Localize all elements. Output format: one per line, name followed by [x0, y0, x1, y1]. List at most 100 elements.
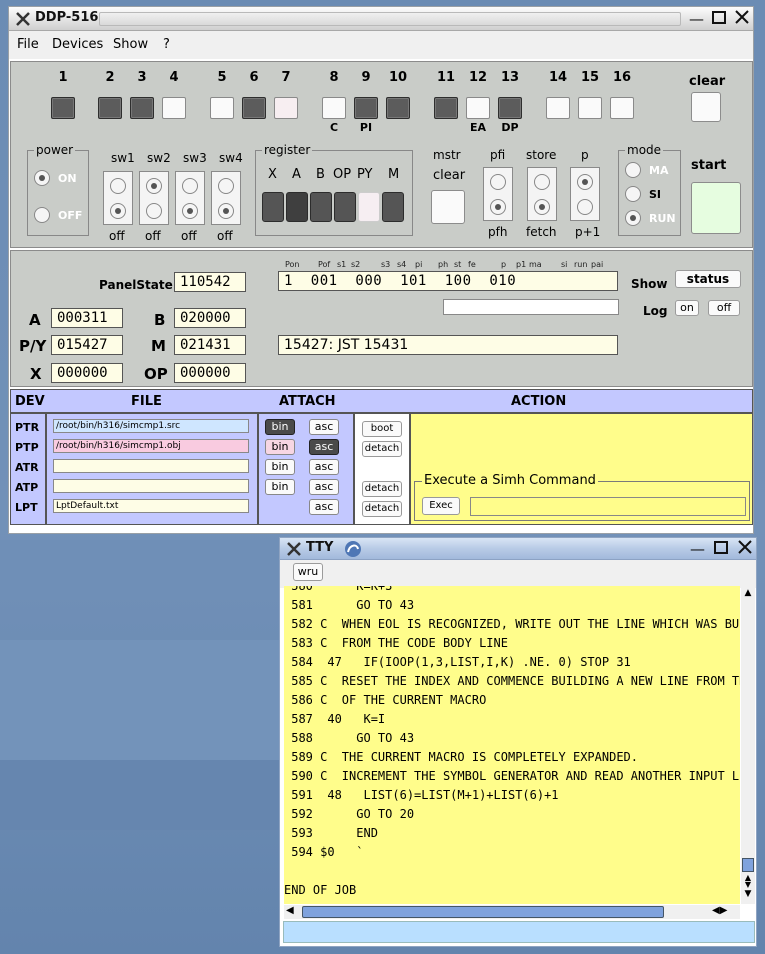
horizontal-scroll-thumb[interactable] [302, 906, 664, 918]
bit-1-button[interactable] [51, 97, 75, 119]
tty-vertical-scrollbar[interactable]: ▲ ▲ ▼ ▼ [741, 588, 755, 904]
bit-label-dp: DP [501, 121, 519, 134]
register-b-button[interactable] [310, 192, 332, 222]
ptr-asc-button[interactable]: asc [309, 419, 339, 435]
pfi-switch[interactable] [483, 167, 513, 221]
mode-si-radio[interactable] [625, 186, 641, 202]
ptp-detach-button[interactable]: detach [362, 441, 402, 457]
register-py-button[interactable] [358, 192, 380, 222]
atp-asc-button[interactable]: asc [309, 479, 339, 495]
clear-button[interactable] [691, 92, 721, 122]
exec-button[interactable]: Exec [422, 497, 460, 515]
atp-file-input[interactable] [53, 479, 249, 493]
sw4-switch[interactable] [211, 171, 241, 225]
bit-14-button[interactable] [546, 97, 570, 119]
bit-11-button[interactable] [434, 97, 458, 119]
tty-titlebar[interactable]: TTY — [280, 538, 756, 560]
ptr-file-input[interactable]: /root/bin/h316/simcmp1.src [53, 419, 249, 433]
bit-16-button[interactable] [610, 97, 634, 119]
sw1-off-radio[interactable] [110, 203, 126, 219]
close-button[interactable] [732, 10, 751, 28]
simh-command-input[interactable] [470, 497, 746, 516]
p1-radio[interactable] [577, 199, 593, 215]
atr-asc-button[interactable]: asc [309, 459, 339, 475]
sw2-switch[interactable] [139, 171, 169, 225]
minimize-button[interactable]: — [687, 10, 706, 28]
atr-bin-button[interactable]: bin [265, 459, 295, 475]
log-off-button[interactable]: off [708, 300, 740, 316]
store-switch[interactable] [527, 167, 557, 221]
power-off-radio[interactable] [34, 207, 50, 223]
ptr-boot-button[interactable]: boot [362, 421, 402, 437]
bit-7-button[interactable] [274, 97, 298, 119]
maximize-button[interactable] [709, 10, 728, 28]
sw2-on-radio[interactable] [146, 178, 162, 194]
register-op-button[interactable] [334, 192, 356, 222]
pfh-radio[interactable] [490, 199, 506, 215]
sw1-on-radio[interactable] [110, 178, 126, 194]
bit-12-button[interactable] [466, 97, 490, 119]
menu-file[interactable]: File [17, 37, 39, 52]
tty-input[interactable] [283, 921, 755, 943]
menu-show[interactable]: Show [113, 37, 148, 52]
register-x-button[interactable] [262, 192, 284, 222]
log-on-button[interactable]: on [675, 300, 699, 316]
master-clear-button[interactable] [431, 190, 465, 224]
fetch-radio[interactable] [534, 199, 550, 215]
sw1-switch[interactable] [103, 171, 133, 225]
pfi-radio[interactable] [490, 174, 506, 190]
bit-3-button[interactable] [130, 97, 154, 119]
lpt-file-input[interactable]: LptDefault.txt [53, 499, 249, 513]
bit-8-button[interactable] [322, 97, 346, 119]
tty-maximize-button[interactable] [711, 540, 730, 558]
bit-2-button[interactable] [98, 97, 122, 119]
titlebar[interactable]: DDP-516 — [9, 7, 753, 31]
bit-5-button[interactable] [210, 97, 234, 119]
bit-4-button[interactable] [162, 97, 186, 119]
store-radio[interactable] [534, 174, 550, 190]
scroll-up-icon[interactable]: ▲ [742, 588, 754, 602]
atr-file-input[interactable] [53, 459, 249, 473]
atp-detach-button[interactable]: detach [362, 481, 402, 497]
bit-15-button[interactable] [578, 97, 602, 119]
ptp-file-input[interactable]: /root/bin/h316/simcmp1.obj [53, 439, 249, 453]
scroll-updown-icon[interactable]: ▲ ▼ [742, 874, 754, 889]
scroll-left-icon[interactable]: ◀ [286, 905, 294, 916]
menu-devices[interactable]: Devices [52, 37, 103, 52]
power-on-radio[interactable] [34, 170, 50, 186]
sw3-off-radio[interactable] [182, 203, 198, 219]
wru-button[interactable]: wru [293, 563, 323, 581]
ptr-bin-button[interactable]: bin [265, 419, 295, 435]
tty-minimize-button[interactable]: — [688, 540, 707, 558]
tty-horizontal-scrollbar[interactable]: ◀ ◀▶ [284, 905, 740, 919]
atp-bin-button[interactable]: bin [265, 479, 295, 495]
register-m-button[interactable] [382, 192, 404, 222]
lpt-asc-button[interactable]: asc [309, 499, 339, 515]
mode-ma-radio[interactable] [625, 162, 641, 178]
log-input[interactable] [443, 299, 619, 315]
scroll-down-icon[interactable]: ▼ [742, 889, 754, 903]
start-button[interactable] [691, 182, 741, 234]
sw2-off-radio[interactable] [146, 203, 162, 219]
sw4-off-radio[interactable] [218, 203, 234, 219]
vertical-scroll-thumb[interactable] [742, 858, 754, 872]
tty-output[interactable]: 580 K=K+3 581 GO TO 43 582 C WHEN EOL IS… [284, 586, 740, 904]
bit-13-button[interactable] [498, 97, 522, 119]
mode-run-radio[interactable] [625, 210, 641, 226]
lpt-detach-button[interactable]: detach [362, 501, 402, 517]
tty-close-button[interactable] [735, 540, 754, 558]
register-a-button[interactable] [286, 192, 308, 222]
menu-help[interactable]: ? [163, 37, 170, 52]
p-switch[interactable] [570, 167, 600, 221]
scroll-leftright-icon[interactable]: ◀▶ [712, 905, 727, 916]
bit-6-button[interactable] [242, 97, 266, 119]
sw3-on-radio[interactable] [182, 178, 198, 194]
p-radio[interactable] [577, 174, 593, 190]
bit-9-button[interactable] [354, 97, 378, 119]
status-button[interactable]: status [675, 270, 741, 288]
ptp-bin-button[interactable]: bin [265, 439, 295, 455]
bit-10-button[interactable] [386, 97, 410, 119]
sw3-switch[interactable] [175, 171, 205, 225]
sw4-on-radio[interactable] [218, 178, 234, 194]
ptp-asc-button[interactable]: asc [309, 439, 339, 455]
